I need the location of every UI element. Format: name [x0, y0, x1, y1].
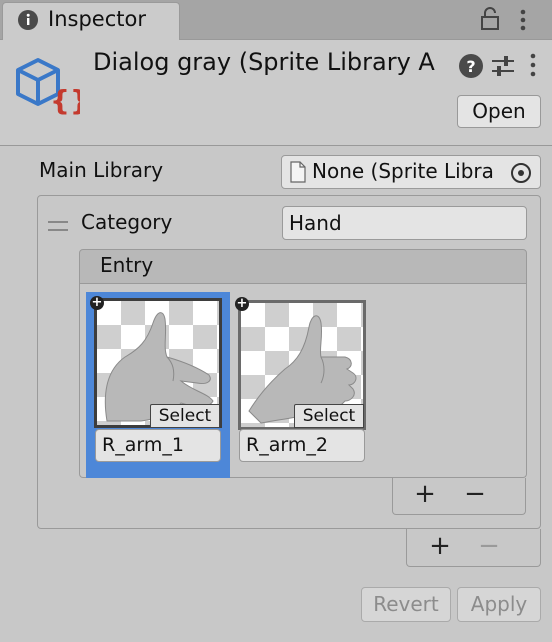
main-library-label: Main Library: [39, 158, 164, 182]
select-button[interactable]: Select: [150, 404, 220, 428]
main-library-value: None (Sprite Libra: [312, 159, 494, 183]
add-sprite-icon[interactable]: +: [235, 297, 249, 311]
sprite-library-asset-icon: {}: [14, 56, 90, 117]
drag-handle-icon[interactable]: [48, 221, 68, 231]
entry-name-input[interactable]: R_arm_2: [239, 429, 365, 462]
entry-name-input[interactable]: R_arm_1: [95, 429, 221, 462]
category-input[interactable]: Hand: [282, 206, 527, 240]
help-icon[interactable]: ?: [459, 54, 483, 78]
object-picker-dot: [518, 170, 524, 176]
remove-entry-button[interactable]: −: [462, 481, 488, 507]
add-sprite-icon[interactable]: +: [90, 296, 104, 310]
select-button[interactable]: Select: [294, 404, 364, 428]
entry-label: Entry: [100, 253, 154, 277]
info-icon: [18, 10, 38, 30]
lock-icon[interactable]: [481, 7, 499, 31]
add-entry-button[interactable]: +: [412, 481, 438, 507]
presets-icon[interactable]: [490, 54, 516, 78]
tab-title: Inspector: [48, 7, 146, 31]
header-menu-icon[interactable]: [526, 52, 540, 78]
svg-text:?: ?: [466, 57, 475, 76]
apply-button[interactable]: Apply: [457, 587, 541, 622]
open-button[interactable]: Open: [457, 95, 541, 128]
svg-text:{}: {}: [50, 84, 80, 116]
remove-category-button[interactable]: −: [476, 533, 502, 559]
add-category-button[interactable]: +: [427, 533, 453, 559]
file-icon: [290, 161, 306, 183]
category-label: Category: [81, 210, 173, 234]
asset-title: Dialog gray (Sprite Library A: [93, 48, 435, 76]
revert-button[interactable]: Revert: [361, 587, 451, 622]
tab-menu-icon[interactable]: [515, 8, 531, 32]
